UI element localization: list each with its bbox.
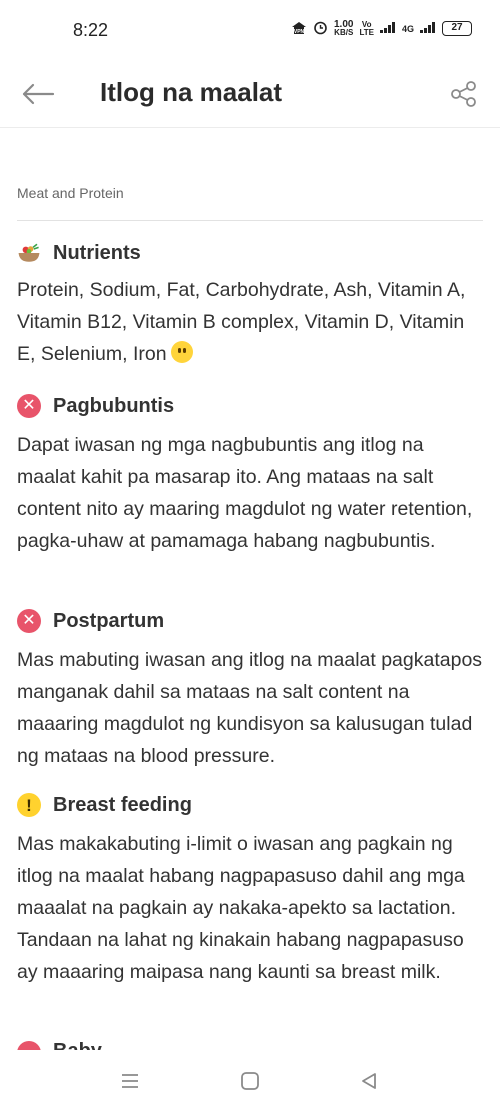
section-text: Dapat iwasan ng mga nagbubuntis ang itlo…: [17, 434, 473, 552]
section-title: Pagbubuntis: [53, 394, 175, 417]
home-button[interactable]: [235, 1068, 265, 1094]
nutrients-text: Protein, Sodium, Fat, Carbohydrate, Ash,…: [17, 279, 466, 365]
category-label: Meat and Protein: [17, 185, 124, 201]
volte-indicator: Vo LTE: [359, 19, 374, 37]
section-text: Mas makakabuting i-limit o iwasan ang pa…: [17, 833, 465, 983]
section-header: ! Breast feeding: [17, 790, 487, 820]
section-text: Mas mabuting iwasan ang itlog na maalat …: [17, 649, 483, 767]
food-bowl-icon: [17, 241, 41, 265]
section-title: Breast feeding: [53, 793, 192, 816]
share-icon: [451, 81, 476, 107]
page-title: Itlog na maalat: [100, 77, 283, 107]
network-type: 4G: [401, 23, 414, 34]
status-time: 8:22: [73, 20, 109, 40]
battery-icon: 27: [442, 21, 472, 36]
section-header: ✕ Postpartum: [17, 606, 487, 636]
section-baby: Baby: [17, 1037, 137, 1051]
back-triangle-icon: [362, 1073, 376, 1089]
nutrients-title: Nutrients: [53, 241, 141, 264]
not-recommended-icon: ✕: [17, 609, 41, 633]
section-breast-feeding: ! Breast feeding Mas makakabuting i-limi…: [17, 790, 487, 988]
caution-icon: !: [17, 793, 41, 817]
section-title: Postpartum: [53, 609, 165, 632]
home-icon: [241, 1072, 259, 1090]
menu-button[interactable]: [115, 1068, 145, 1094]
network-speed: 1.00 KB/S: [334, 18, 354, 37]
divider: [17, 220, 483, 221]
face-emoji-icon: [170, 341, 193, 363]
nutrients-header: Nutrients: [17, 238, 487, 268]
alarm-icon: [313, 20, 328, 37]
not-recommended-icon: ✕: [17, 394, 41, 418]
vpn-icon: VPN: [291, 21, 307, 37]
signal-icon-2: [420, 21, 436, 36]
arrow-left-icon: [22, 83, 55, 105]
back-nav-button[interactable]: [354, 1068, 384, 1094]
back-button[interactable]: [18, 76, 58, 112]
system-nav-bar: [0, 1050, 500, 1111]
status-icons: VPN 1.00 KB/S Vo LTE 4G 27: [291, 18, 472, 37]
section-postpartum: ✕ Postpartum Mas mabuting iwasan ang itl…: [17, 606, 487, 772]
section-header: ✕ Pagbubuntis: [17, 391, 487, 421]
app-bar: Itlog na maalat: [0, 62, 500, 128]
status-bar: 8:22 VPN 1.00 KB/S Vo LTE 4G 27: [0, 0, 500, 62]
section-pagbubuntis: ✕ Pagbubuntis Dapat iwasan ng mga nagbub…: [17, 391, 487, 557]
signal-icon: [379, 21, 396, 36]
nutrients-section: Nutrients Protein, Sodium, Fat, Carbohyd…: [17, 238, 487, 370]
menu-icon: [122, 1074, 138, 1088]
svg-text:VPN: VPN: [294, 29, 305, 35]
share-button[interactable]: [446, 76, 482, 112]
